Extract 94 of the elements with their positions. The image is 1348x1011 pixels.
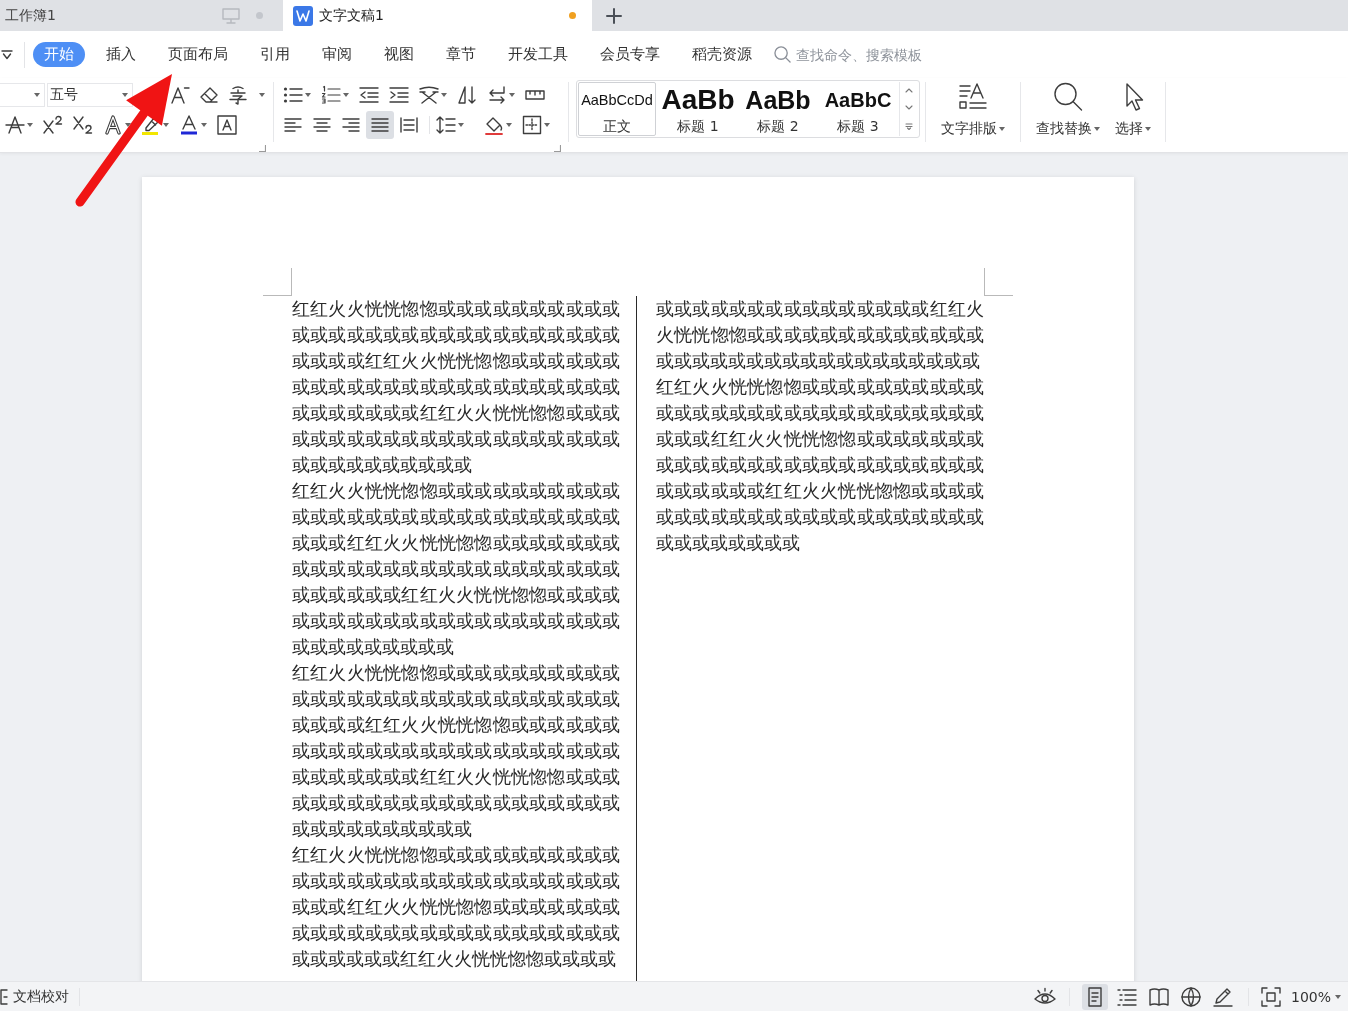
strikethrough-icon[interactable]	[5, 115, 25, 135]
paint-bucket-icon[interactable]	[484, 115, 504, 135]
superscript-icon[interactable]	[43, 115, 63, 135]
style-preview: AaBbC	[824, 88, 892, 113]
app-icon	[293, 5, 313, 26]
pen-icon[interactable]	[1212, 986, 1233, 1007]
text-lines-icon	[958, 82, 988, 112]
search-field[interactable]: 查找命令、搜索模板	[774, 46, 1016, 63]
style-preview: AaBbCcDd	[581, 91, 653, 110]
body-paragraph: 或或或或或或或或或或或或或或或红红火火恍恍惚惚或或或或或或或或或或或或或或或或或或或或或或或或或或或或或或或	[656, 298, 984, 373]
caret-icon[interactable]	[1145, 127, 1151, 131]
border-grid-icon[interactable]	[522, 115, 542, 135]
caret-icon[interactable]	[27, 123, 33, 127]
distribute-icon[interactable]	[400, 117, 418, 133]
ribbon-tab[interactable]: 页面布局	[157, 42, 239, 67]
file-tab[interactable]: 工作簿1	[0, 0, 283, 31]
search-icon	[1053, 82, 1083, 112]
text-layout-button[interactable]: 文字排版	[938, 78, 1008, 152]
corner-icon[interactable]	[554, 145, 561, 152]
more-icon[interactable]	[905, 122, 913, 130]
fit-screen-icon[interactable]	[1260, 986, 1281, 1007]
find-replace-button[interactable]: 查找替换	[1033, 78, 1103, 152]
style-option[interactable]: AaBbC 标题 3	[818, 82, 898, 136]
bracket-icon	[0, 988, 8, 1005]
indent-icon[interactable]	[389, 85, 409, 105]
eye-icon[interactable]	[1032, 986, 1057, 1007]
body-paragraph: 红红火火恍恍惚惚或或或或或或或或或或或或或或或或或或或或或或或或或或或或或或或或红红火火恍恍惚惚或或或或或或或或或或或或或或或或或或或或或或或或或或或或或或或红红火火恍恍惚惚或或或或或或或或或或或或或或或或或或或或或或或或或或或或或或或	[292, 298, 620, 477]
letter-a-minus-icon[interactable]	[170, 85, 190, 105]
search-icon	[774, 46, 791, 63]
caret-icon[interactable]	[305, 93, 311, 97]
style-option[interactable]: AaBbCcDd 正文	[578, 82, 656, 136]
numbered-list-icon[interactable]	[321, 85, 341, 105]
style-option[interactable]: AaBb 标题 1	[658, 82, 738, 136]
caret-icon[interactable]	[458, 123, 464, 127]
ribbon-tab[interactable]: 开发工具	[497, 42, 579, 67]
character-arc-icon[interactable]	[228, 85, 248, 105]
caret-icon[interactable]	[544, 123, 550, 127]
ribbon-tab[interactable]: 引用	[249, 42, 301, 67]
return-arrows-icon[interactable]	[487, 85, 507, 105]
ribbon-tab[interactable]: 章节	[435, 42, 487, 67]
chevron-up-icon[interactable]	[905, 88, 913, 94]
eraser-icon[interactable]	[199, 85, 219, 105]
ribbon-tab[interactable]: 审阅	[311, 42, 363, 67]
caret-icon[interactable]	[163, 123, 169, 127]
body-paragraph: 红红火火恍恍惚惚或或或或或或或或或或或或或或或或或或或或或或或或或或或或或或或红红火火恍恍惚惚或或或或或或或或或或或或或或或或或或或或或或或或或或或或或或或红红火火恍恍惚惚或或或或或或或或或或或或或或或或或或或或或或或或或或或或或或或	[292, 480, 620, 659]
align-left-icon[interactable]	[284, 117, 302, 133]
bullet-list-icon[interactable]	[283, 85, 303, 105]
caret-icon[interactable]	[125, 123, 131, 127]
ribbon-tab[interactable]: 插入	[95, 42, 147, 67]
caret-icon[interactable]	[1094, 127, 1100, 131]
outdent-icon[interactable]	[359, 85, 379, 105]
line-spacing-icon[interactable]	[436, 115, 456, 135]
outlined-letter-icon[interactable]	[103, 115, 123, 135]
align-center-icon[interactable]	[313, 117, 331, 133]
sort-icon[interactable]	[457, 85, 477, 105]
proofread-button[interactable]: 文档校对	[0, 987, 69, 1006]
caret-icon[interactable]	[441, 93, 447, 97]
style-preview: AaBb	[745, 85, 811, 116]
ribbon-tab[interactable]: 视图	[373, 42, 425, 67]
cross-arc-icon[interactable]	[419, 85, 439, 105]
style-preview: AaBb	[661, 83, 735, 117]
crop-mark	[263, 268, 292, 296]
caret-icon[interactable]	[509, 93, 515, 97]
style-option[interactable]: AaBb 标题 2	[738, 82, 818, 136]
align-right-icon[interactable]	[342, 117, 360, 133]
body-paragraph: 红红火火恍恍惚惚或或或或或或或或或或或或或或或或或或或或或或或或或或或或或或或红红火火恍恍惚惚或或或或或或或或或或或或或或或或或或或或或或或或或或或或或或或红红火火恍恍惚惚或或或或	[292, 844, 620, 971]
corner-icon[interactable]	[259, 145, 266, 152]
file-tab[interactable]: 文字文稿1	[283, 0, 592, 31]
ribbon-tab[interactable]: 会员专享	[589, 42, 671, 67]
page-icon[interactable]	[1081, 983, 1108, 1010]
zoom-dropdown[interactable]: 100%	[1290, 988, 1341, 1005]
globe-icon[interactable]	[1180, 986, 1201, 1007]
crop-mark	[984, 268, 1013, 296]
subscript-icon[interactable]	[73, 115, 93, 135]
list-icon[interactable]	[1116, 986, 1137, 1007]
font-size-dropdown[interactable]: 五号	[47, 83, 133, 107]
book-icon[interactable]	[1148, 986, 1169, 1007]
caret-icon[interactable]	[201, 123, 207, 127]
caret-icon[interactable]	[259, 93, 265, 97]
justify-icon[interactable]	[366, 111, 394, 139]
caret-icon[interactable]	[999, 127, 1005, 131]
body-paragraph: 红红火火恍恍惚惚或或或或或或或或或或或或或或或或或或或或或或或或或或或或或或或或红红火火恍恍惚惚或或或或或或或或或或或或或或或或或或或或或或或或或或或或或或或红红火火恍恍惚惚或或或或或或或或或或或或或或或或或或或或或或或或或或或或或或或	[292, 662, 620, 841]
caret-icon[interactable]	[122, 93, 128, 97]
ribbon-tab[interactable]: 稻壳资源	[681, 42, 763, 67]
plus-icon[interactable]	[606, 7, 622, 24]
body-paragraph: 红红火火恍恍惚惚或或或或或或或或或或或或或或或或或或或或或或或或或或或或或或或红红火火恍恍惚惚或或或或或或或或或或或或或或或或或或或或或或或或或或或或或或或红红火火恍恍惚惚或或或或或或或或或或或或或或或或或或或或或或或或或或或或或或	[656, 376, 984, 555]
chevron-down-icon[interactable]	[1, 50, 13, 60]
font-color-icon[interactable]	[179, 115, 199, 135]
caret-icon[interactable]	[34, 93, 40, 97]
caret-icon[interactable]	[343, 93, 349, 97]
caret-icon[interactable]	[1335, 994, 1341, 999]
caret-icon[interactable]	[506, 123, 512, 127]
bordered-letter-icon[interactable]	[217, 115, 237, 135]
select-button[interactable]: 选择	[1113, 78, 1153, 152]
